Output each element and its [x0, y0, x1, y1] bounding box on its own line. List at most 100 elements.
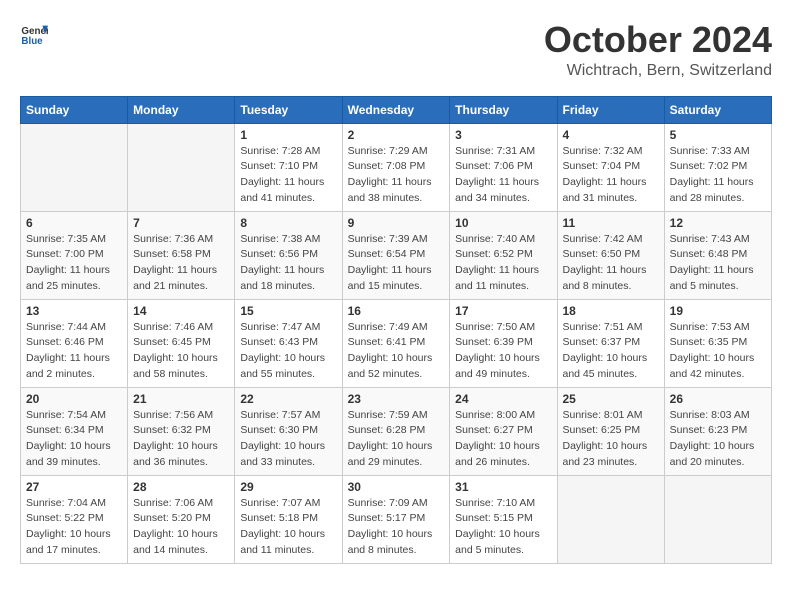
calendar-cell: 24 Sunrise: 8:00 AMSunset: 6:27 PMDayligh… [450, 387, 557, 475]
calendar-cell [557, 475, 664, 563]
week-row-5: 27 Sunrise: 7:04 AMSunset: 5:22 PMDayligh… [21, 475, 772, 563]
calendar-cell: 26 Sunrise: 8:03 AMSunset: 6:23 PMDayligh… [664, 387, 771, 475]
day-detail: Sunrise: 7:47 AMSunset: 6:43 PMDaylight:… [240, 320, 336, 383]
calendar-cell: 7 Sunrise: 7:36 AMSunset: 6:58 PMDaylight… [128, 211, 235, 299]
header-day-thursday: Thursday [450, 96, 557, 123]
day-detail: Sunrise: 7:32 AMSunset: 7:04 PMDaylight:… [563, 144, 659, 207]
day-number: 16 [348, 304, 445, 318]
day-number: 28 [133, 480, 229, 494]
month-title: October 2024 [544, 20, 772, 60]
day-number: 31 [455, 480, 551, 494]
day-detail: Sunrise: 7:57 AMSunset: 6:30 PMDaylight:… [240, 408, 336, 471]
day-number: 5 [670, 128, 766, 142]
day-detail: Sunrise: 7:46 AMSunset: 6:45 PMDaylight:… [133, 320, 229, 383]
day-detail: Sunrise: 7:36 AMSunset: 6:58 PMDaylight:… [133, 232, 229, 295]
day-detail: Sunrise: 7:42 AMSunset: 6:50 PMDaylight:… [563, 232, 659, 295]
calendar-cell [128, 123, 235, 211]
day-number: 7 [133, 216, 229, 230]
day-detail: Sunrise: 7:29 AMSunset: 7:08 PMDaylight:… [348, 144, 445, 207]
day-number: 13 [26, 304, 122, 318]
day-detail: Sunrise: 7:59 AMSunset: 6:28 PMDaylight:… [348, 408, 445, 471]
day-detail: Sunrise: 7:51 AMSunset: 6:37 PMDaylight:… [563, 320, 659, 383]
calendar-cell: 9 Sunrise: 7:39 AMSunset: 6:54 PMDaylight… [342, 211, 450, 299]
header-day-monday: Monday [128, 96, 235, 123]
calendar-cell: 31 Sunrise: 7:10 AMSunset: 5:15 PMDayligh… [450, 475, 557, 563]
day-number: 12 [670, 216, 766, 230]
calendar-cell: 20Sunrise: 7:54 AMSunset: 6:34 PMDayligh… [21, 387, 128, 475]
day-number: 10 [455, 216, 551, 230]
header-row: SundayMondayTuesdayWednesdayThursdayFrid… [21, 96, 772, 123]
calendar-cell: 11Sunrise: 7:42 AMSunset: 6:50 PMDayligh… [557, 211, 664, 299]
day-number: 24 [455, 392, 551, 406]
day-detail: Sunrise: 7:07 AMSunset: 5:18 PMDaylight:… [240, 496, 336, 559]
week-row-2: 6 Sunrise: 7:35 AMSunset: 7:00 PMDaylight… [21, 211, 772, 299]
calendar-cell: 27 Sunrise: 7:04 AMSunset: 5:22 PMDayligh… [21, 475, 128, 563]
day-number: 17 [455, 304, 551, 318]
day-detail: Sunrise: 8:03 AMSunset: 6:23 PMDaylight:… [670, 408, 766, 471]
calendar-cell: 6 Sunrise: 7:35 AMSunset: 7:00 PMDaylight… [21, 211, 128, 299]
calendar-cell: 8Sunrise: 7:38 AMSunset: 6:56 PMDaylight… [235, 211, 342, 299]
day-detail: Sunrise: 7:39 AMSunset: 6:54 PMDaylight:… [348, 232, 445, 295]
calendar-cell: 4 Sunrise: 7:32 AMSunset: 7:04 PMDaylight… [557, 123, 664, 211]
calendar-cell: 15Sunrise: 7:47 AMSunset: 6:43 PMDayligh… [235, 299, 342, 387]
day-number: 29 [240, 480, 336, 494]
calendar-cell: 14 Sunrise: 7:46 AMSunset: 6:45 PMDayligh… [128, 299, 235, 387]
week-row-1: 1Sunrise: 7:28 AMSunset: 7:10 PMDaylight… [21, 123, 772, 211]
title-section: October 2024 Wichtrach, Bern, Switzerlan… [544, 20, 772, 80]
week-row-4: 20Sunrise: 7:54 AMSunset: 6:34 PMDayligh… [21, 387, 772, 475]
day-detail: Sunrise: 7:44 AMSunset: 6:46 PMDaylight:… [26, 320, 122, 383]
day-detail: Sunrise: 7:35 AMSunset: 7:00 PMDaylight:… [26, 232, 122, 295]
calendar-cell: 18Sunrise: 7:51 AMSunset: 6:37 PMDayligh… [557, 299, 664, 387]
header-day-saturday: Saturday [664, 96, 771, 123]
week-row-3: 13 Sunrise: 7:44 AMSunset: 6:46 PMDayligh… [21, 299, 772, 387]
logo: General Blue [20, 20, 48, 48]
day-number: 20 [26, 392, 122, 406]
day-detail: Sunrise: 7:04 AMSunset: 5:22 PMDaylight:… [26, 496, 122, 559]
calendar-cell: 5 Sunrise: 7:33 AMSunset: 7:02 PMDaylight… [664, 123, 771, 211]
calendar-cell [21, 123, 128, 211]
calendar-cell: 21 Sunrise: 7:56 AMSunset: 6:32 PMDayligh… [128, 387, 235, 475]
day-detail: Sunrise: 7:10 AMSunset: 5:15 PMDaylight:… [455, 496, 551, 559]
calendar-cell: 30Sunrise: 7:09 AMSunset: 5:17 PMDayligh… [342, 475, 450, 563]
day-detail: Sunrise: 8:01 AMSunset: 6:25 PMDaylight:… [563, 408, 659, 471]
day-number: 26 [670, 392, 766, 406]
day-detail: Sunrise: 7:09 AMSunset: 5:17 PMDaylight:… [348, 496, 445, 559]
logo-icon: General Blue [20, 20, 48, 48]
day-detail: Sunrise: 7:50 AMSunset: 6:39 PMDaylight:… [455, 320, 551, 383]
day-detail: Sunrise: 7:43 AMSunset: 6:48 PMDaylight:… [670, 232, 766, 295]
day-detail: Sunrise: 7:33 AMSunset: 7:02 PMDaylight:… [670, 144, 766, 207]
header-day-friday: Friday [557, 96, 664, 123]
day-detail: Sunrise: 7:56 AMSunset: 6:32 PMDaylight:… [133, 408, 229, 471]
day-number: 27 [26, 480, 122, 494]
day-number: 4 [563, 128, 659, 142]
calendar-cell: 12 Sunrise: 7:43 AMSunset: 6:48 PMDayligh… [664, 211, 771, 299]
day-detail: Sunrise: 8:00 AMSunset: 6:27 PMDaylight:… [455, 408, 551, 471]
day-number: 14 [133, 304, 229, 318]
day-detail: Sunrise: 7:53 AMSunset: 6:35 PMDaylight:… [670, 320, 766, 383]
header-day-sunday: Sunday [21, 96, 128, 123]
calendar-cell: 10Sunrise: 7:40 AMSunset: 6:52 PMDayligh… [450, 211, 557, 299]
day-detail: Sunrise: 7:31 AMSunset: 7:06 PMDaylight:… [455, 144, 551, 207]
location-title: Wichtrach, Bern, Switzerland [544, 62, 772, 80]
header-day-tuesday: Tuesday [235, 96, 342, 123]
calendar-cell: 19 Sunrise: 7:53 AMSunset: 6:35 PMDayligh… [664, 299, 771, 387]
calendar-cell: 28Sunrise: 7:06 AMSunset: 5:20 PMDayligh… [128, 475, 235, 563]
day-number: 19 [670, 304, 766, 318]
calendar-cell: 25Sunrise: 8:01 AMSunset: 6:25 PMDayligh… [557, 387, 664, 475]
svg-text:Blue: Blue [21, 36, 43, 47]
header-day-wednesday: Wednesday [342, 96, 450, 123]
calendar-cell: 13 Sunrise: 7:44 AMSunset: 6:46 PMDayligh… [21, 299, 128, 387]
calendar-table: SundayMondayTuesdayWednesdayThursdayFrid… [20, 96, 772, 564]
day-detail: Sunrise: 7:28 AMSunset: 7:10 PMDaylight:… [240, 144, 336, 207]
calendar-cell: 1Sunrise: 7:28 AMSunset: 7:10 PMDaylight… [235, 123, 342, 211]
day-number: 21 [133, 392, 229, 406]
calendar-cell: 22 Sunrise: 7:57 AMSunset: 6:30 PMDayligh… [235, 387, 342, 475]
calendar-cell: 3Sunrise: 7:31 AMSunset: 7:06 PMDaylight… [450, 123, 557, 211]
day-number: 6 [26, 216, 122, 230]
page-header: General Blue October 2024 Wichtrach, Ber… [20, 20, 772, 80]
calendar-cell: 23Sunrise: 7:59 AMSunset: 6:28 PMDayligh… [342, 387, 450, 475]
day-number: 22 [240, 392, 336, 406]
calendar-cell: 2 Sunrise: 7:29 AMSunset: 7:08 PMDaylight… [342, 123, 450, 211]
day-number: 2 [348, 128, 445, 142]
day-number: 9 [348, 216, 445, 230]
